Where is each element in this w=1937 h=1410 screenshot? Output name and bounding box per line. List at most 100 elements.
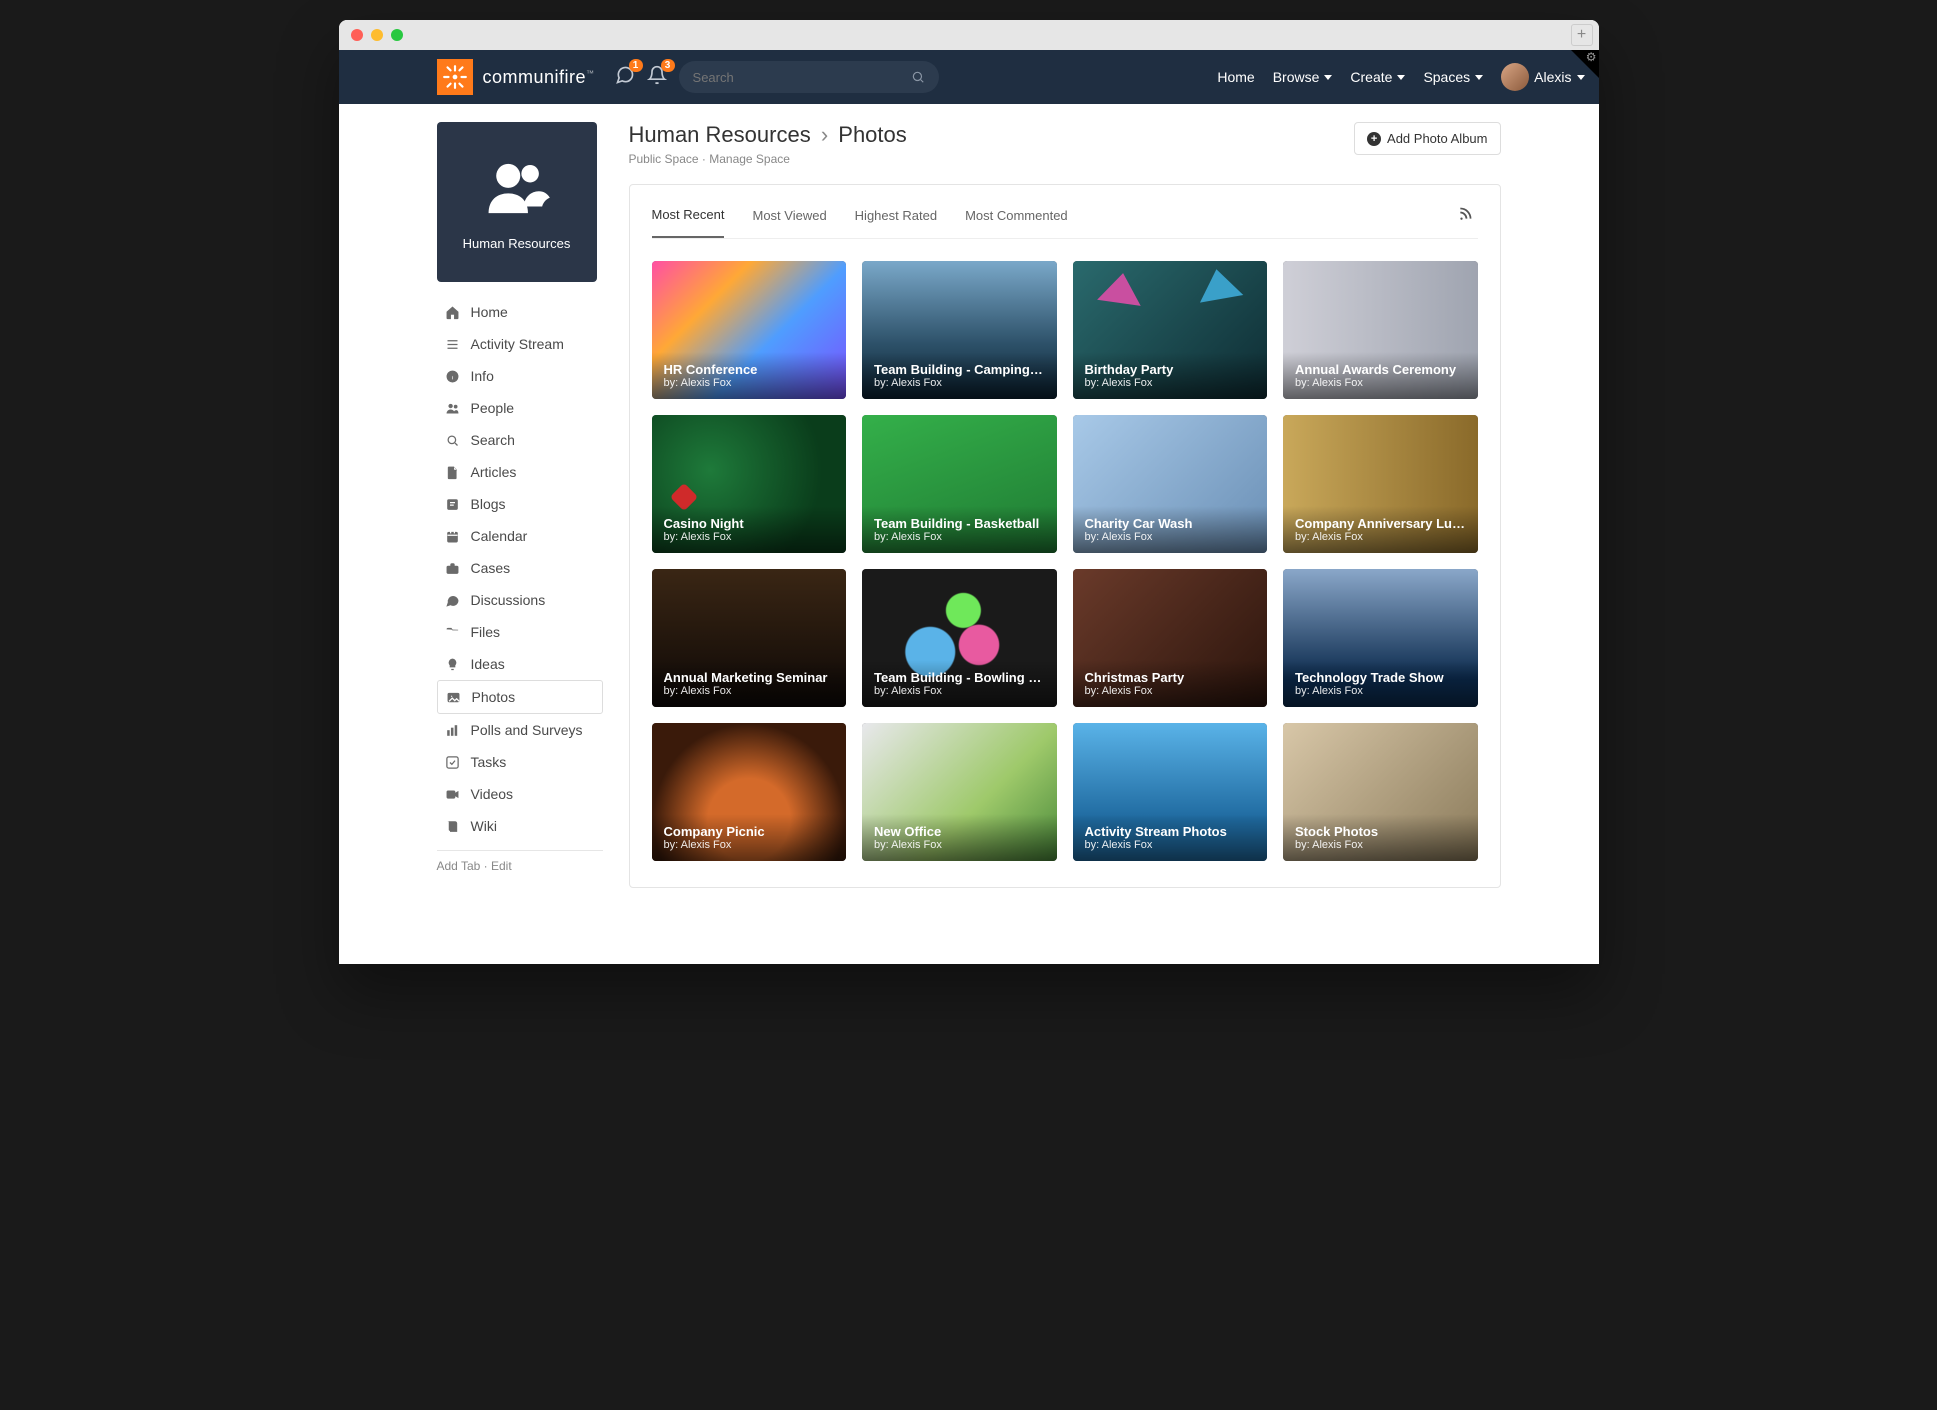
manage-space-link[interactable]: Manage Space <box>709 152 790 166</box>
photo-album-card[interactable]: Birthday Partyby: Alexis Fox <box>1073 261 1268 399</box>
caret-down-icon <box>1475 75 1483 80</box>
album-title: New Office <box>874 824 1045 839</box>
add-tab-link[interactable]: Add Tab <box>437 859 481 873</box>
nav-browse[interactable]: Browse <box>1273 69 1333 85</box>
sidebar-footer: Add Tab · Edit <box>437 850 603 873</box>
tab-most-recent[interactable]: Most Recent <box>652 207 725 238</box>
tab-highest-rated[interactable]: Highest Rated <box>855 208 937 237</box>
photo-album-card[interactable]: Stock Photosby: Alexis Fox <box>1283 723 1478 861</box>
maximize-window-button[interactable] <box>391 29 403 41</box>
home-icon <box>445 305 461 320</box>
album-author: by: Alexis Fox <box>1085 531 1256 543</box>
nav-spaces[interactable]: Spaces <box>1423 69 1483 85</box>
sidebar-item-home[interactable]: Home <box>437 296 603 328</box>
check-icon <box>445 755 461 770</box>
new-tab-button[interactable]: + <box>1571 24 1593 46</box>
tab-most-viewed[interactable]: Most Viewed <box>752 208 826 237</box>
rss-icon[interactable] <box>1458 207 1472 238</box>
sidebar-item-label: Files <box>471 624 501 640</box>
edit-tabs-link[interactable]: Edit <box>491 859 512 873</box>
sidebar-item-polls-and-surveys[interactable]: Polls and Surveys <box>437 714 603 746</box>
sidebar-item-label: People <box>471 400 515 416</box>
messages-badge: 1 <box>629 59 643 72</box>
album-author: by: Alexis Fox <box>1295 839 1466 851</box>
photo-album-card[interactable]: Technology Trade Showby: Alexis Fox <box>1283 569 1478 707</box>
add-photo-album-button[interactable]: + Add Photo Album <box>1354 122 1500 155</box>
book-icon <box>445 819 461 834</box>
sidebar-item-activity-stream[interactable]: Activity Stream <box>437 328 603 360</box>
album-title: Team Building - Basketball <box>874 516 1045 531</box>
sidebar-item-photos[interactable]: Photos <box>437 680 603 714</box>
search-icon <box>445 433 461 448</box>
album-title: Charity Car Wash <box>1085 516 1256 531</box>
photo-album-card[interactable]: HR Conferenceby: Alexis Fox <box>652 261 847 399</box>
info-icon <box>445 369 461 384</box>
sidebar-item-people[interactable]: People <box>437 392 603 424</box>
tab-most-commented[interactable]: Most Commented <box>965 208 1068 237</box>
sidebar-item-label: Photos <box>472 689 516 705</box>
sidebar-item-label: Blogs <box>471 496 506 512</box>
messages-icon[interactable]: 1 <box>615 65 635 90</box>
photo-album-card[interactable]: Team Building - Bowling Ni…by: Alexis Fo… <box>862 569 1057 707</box>
space-card[interactable]: Human Resources <box>437 122 597 282</box>
photo-album-card[interactable]: Annual Marketing Seminarby: Alexis Fox <box>652 569 847 707</box>
sidebar-item-files[interactable]: Files <box>437 616 603 648</box>
sidebar-item-wiki[interactable]: Wiki <box>437 810 603 842</box>
sidebar-item-search[interactable]: Search <box>437 424 603 456</box>
photo-album-card[interactable]: Company Anniversary Lun…by: Alexis Fox <box>1283 415 1478 553</box>
photo-album-card[interactable]: Christmas Partyby: Alexis Fox <box>1073 569 1268 707</box>
sidebar-item-tasks[interactable]: Tasks <box>437 746 603 778</box>
brand-logo-icon <box>437 59 473 95</box>
breadcrumb-space[interactable]: Human Resources <box>629 122 811 147</box>
sidebar-item-discussions[interactable]: Discussions <box>437 584 603 616</box>
album-author: by: Alexis Fox <box>1295 531 1466 543</box>
album-author: by: Alexis Fox <box>874 377 1045 389</box>
notifications-icon[interactable]: 3 <box>647 65 667 90</box>
photo-album-card[interactable]: Company Picnicby: Alexis Fox <box>652 723 847 861</box>
album-author: by: Alexis Fox <box>874 531 1045 543</box>
video-icon <box>445 787 461 802</box>
chart-icon <box>445 723 461 738</box>
sidebar-item-label: Activity Stream <box>471 336 564 352</box>
global-search[interactable] <box>679 61 939 93</box>
album-author: by: Alexis Fox <box>874 839 1045 851</box>
photo-album-card[interactable]: Team Building - Basketballby: Alexis Fox <box>862 415 1057 553</box>
minimize-window-button[interactable] <box>371 29 383 41</box>
album-author: by: Alexis Fox <box>664 685 835 697</box>
top-navbar: communifire™ 1 3 Home Browse Create Spac… <box>339 50 1599 104</box>
photo-album-card[interactable]: Casino Nightby: Alexis Fox <box>652 415 847 553</box>
photo-album-card[interactable]: Team Building - Camping T…by: Alexis Fox <box>862 261 1057 399</box>
sidebar-item-ideas[interactable]: Ideas <box>437 648 603 680</box>
photo-grid: HR Conferenceby: Alexis FoxTeam Building… <box>652 261 1478 861</box>
close-window-button[interactable] <box>351 29 363 41</box>
photo-album-card[interactable]: Activity Stream Photosby: Alexis Fox <box>1073 723 1268 861</box>
album-title: HR Conference <box>664 362 835 377</box>
nav-home[interactable]: Home <box>1217 69 1254 85</box>
album-author: by: Alexis Fox <box>664 377 835 389</box>
album-author: by: Alexis Fox <box>874 685 1045 697</box>
list-icon <box>445 337 461 352</box>
photo-album-card[interactable]: Charity Car Washby: Alexis Fox <box>1073 415 1268 553</box>
sidebar-item-label: Discussions <box>471 592 546 608</box>
album-title: Company Picnic <box>664 824 835 839</box>
page-title: Human Resources › Photos <box>629 122 907 148</box>
sidebar-item-calendar[interactable]: Calendar <box>437 520 603 552</box>
photo-album-card[interactable]: Annual Awards Ceremonyby: Alexis Fox <box>1283 261 1478 399</box>
sidebar-item-cases[interactable]: Cases <box>437 552 603 584</box>
album-author: by: Alexis Fox <box>664 531 835 543</box>
browser-window: + communifire™ 1 3 Home Browse <box>339 20 1599 964</box>
photo-album-card[interactable]: New Officeby: Alexis Fox <box>862 723 1057 861</box>
sort-tabs: Most Recent Most Viewed Highest Rated Mo… <box>652 203 1478 239</box>
sidebar-item-videos[interactable]: Videos <box>437 778 603 810</box>
search-input[interactable] <box>693 70 911 85</box>
sidebar-item-articles[interactable]: Articles <box>437 456 603 488</box>
sidebar-item-label: Calendar <box>471 528 528 544</box>
brand-logo[interactable]: communifire™ <box>437 59 595 95</box>
sidebar-item-blogs[interactable]: Blogs <box>437 488 603 520</box>
folder-icon <box>445 625 461 640</box>
album-author: by: Alexis Fox <box>1295 685 1466 697</box>
nav-create[interactable]: Create <box>1350 69 1405 85</box>
sidebar-item-info[interactable]: Info <box>437 360 603 392</box>
admin-gear-corner[interactable] <box>1571 50 1599 78</box>
chat-icon <box>445 593 461 608</box>
